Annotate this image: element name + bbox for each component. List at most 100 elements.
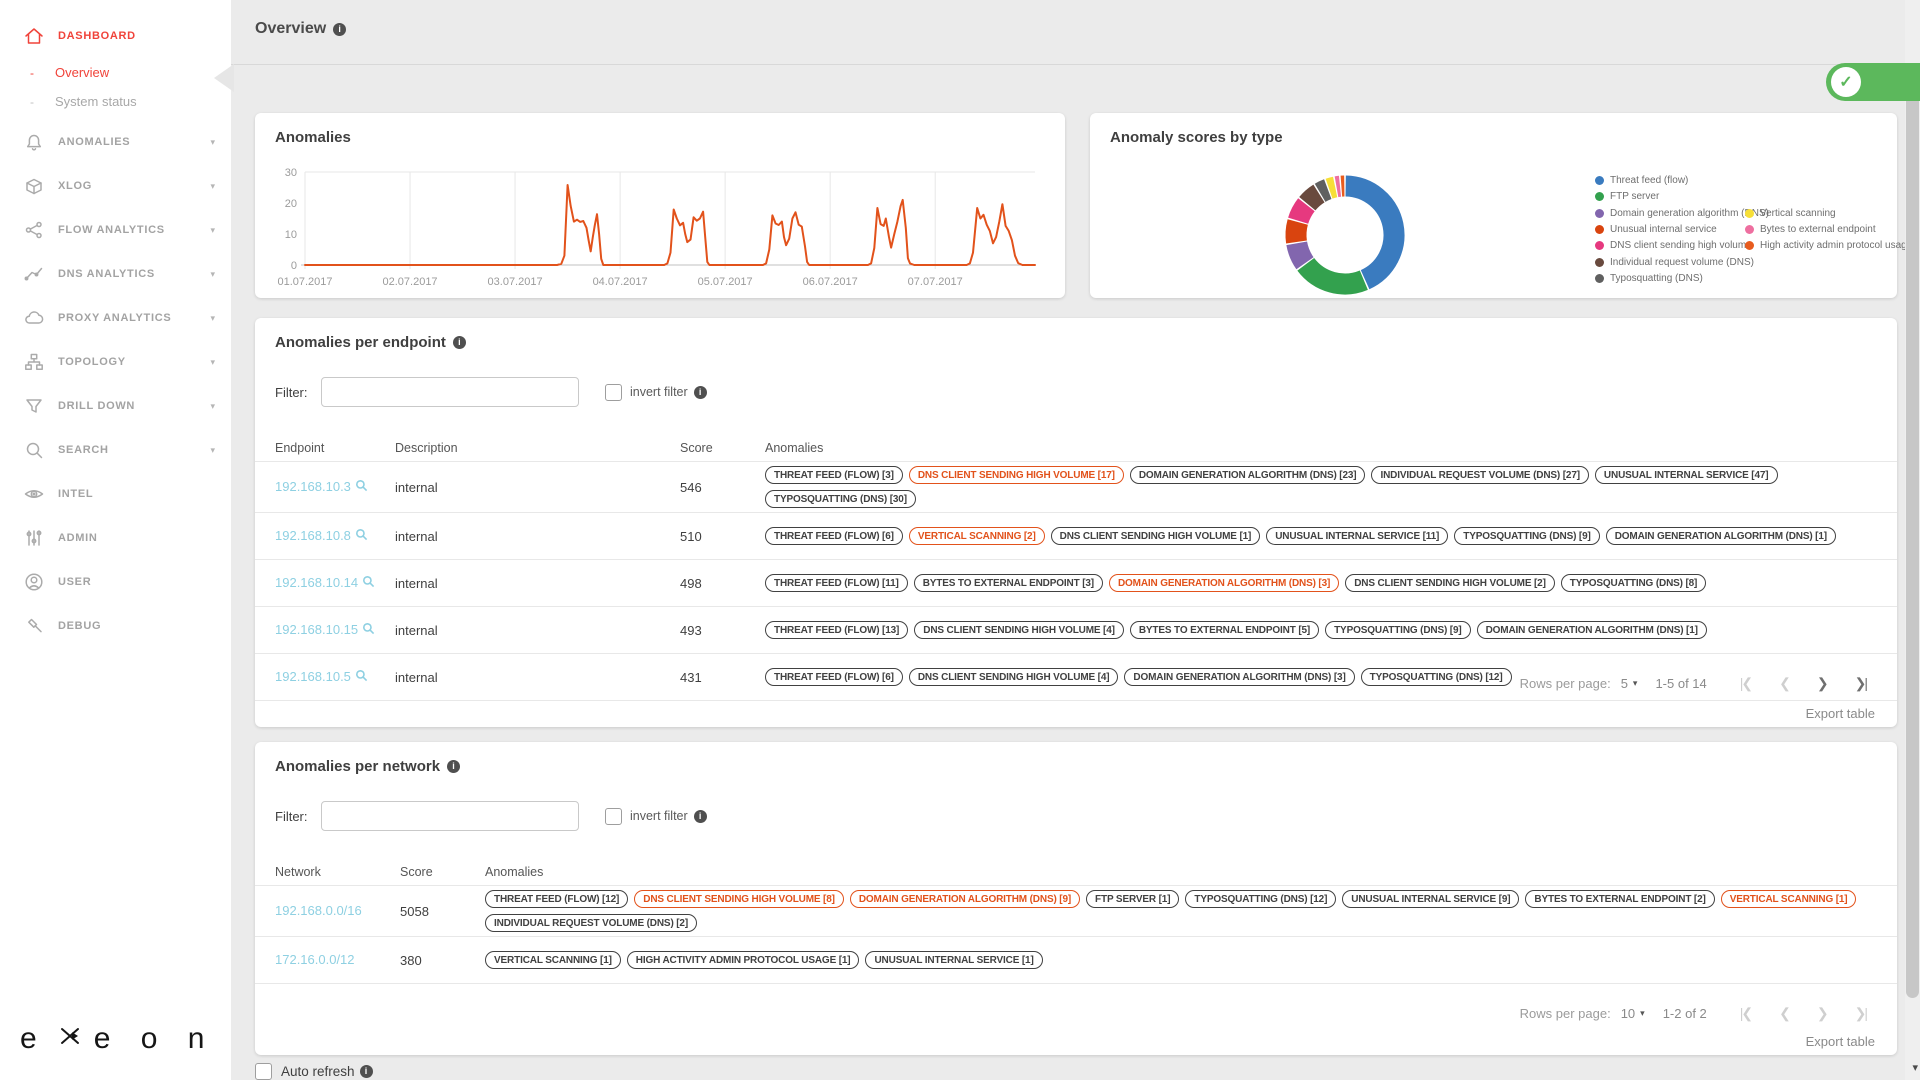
anomaly-badge[interactable]: DNS CLIENT SENDING HIGH VOLUME [8]	[634, 890, 844, 908]
legend-item: Bytes to external endpoint	[1745, 224, 1876, 235]
anomaly-badge[interactable]: UNUSUAL INTERNAL SERVICE [1]	[865, 951, 1043, 969]
network-link[interactable]: 172.16.0.0/12	[275, 952, 355, 967]
info-icon[interactable]: i	[452, 336, 466, 349]
anomaly-badge[interactable]: THREAT FEED (FLOW) [6]	[765, 668, 903, 686]
anomaly-badge[interactable]: DNS CLIENT SENDING HIGH VOLUME [2]	[1345, 574, 1555, 592]
description-cell: internal	[395, 575, 438, 591]
anomaly-badge[interactable]: UNUSUAL INTERNAL SERVICE [9]	[1342, 890, 1520, 908]
sidebar-item-proxy-analytics[interactable]: PROXY ANALYTICS ▾	[0, 296, 231, 340]
anomaly-badge[interactable]: BYTES TO EXTERNAL ENDPOINT [3]	[913, 574, 1103, 592]
anomaly-badge[interactable]: DOMAIN GENERATION ALGORITHM (DNS) [1]	[1605, 527, 1836, 545]
anomaly-badge[interactable]: VERTICAL SCANNING [1]	[1720, 890, 1857, 908]
sidebar-item-xlog[interactable]: XLOG ▾	[0, 164, 231, 208]
invert-filter-checkbox[interactable]	[605, 383, 622, 401]
legend-label: Typosquatting (DNS)	[1610, 272, 1703, 284]
endpoint-link[interactable]: 192.168.10.8	[275, 528, 368, 544]
anomaly-badge[interactable]: HIGH ACTIVITY ADMIN PROTOCOL USAGE [1]	[626, 951, 860, 969]
sidebar-subitem-overview[interactable]: - Overview	[0, 58, 231, 87]
anomaly-badge[interactable]: TYPOSQUATTING (DNS) [12]	[1360, 668, 1512, 686]
home-icon	[22, 24, 46, 48]
anomaly-badge[interactable]: DOMAIN GENERATION ALGORITHM (DNS) [1]	[1476, 621, 1707, 639]
endpoint-link[interactable]: 192.168.10.5	[275, 669, 368, 685]
info-icon[interactable]: i	[693, 385, 707, 399]
endpoint-link[interactable]: 192.168.10.15	[275, 622, 375, 638]
anomaly-badge[interactable]: DOMAIN GENERATION ALGORITHM (DNS) [9]	[849, 890, 1081, 908]
anomaly-badge[interactable]: INDIVIDUAL REQUEST VOLUME (DNS) [2]	[485, 914, 698, 932]
info-icon[interactable]: i	[359, 1065, 373, 1078]
anomaly-badge[interactable]: THREAT FEED (FLOW) [12]	[485, 890, 629, 908]
endpoint-link[interactable]: 192.168.10.14	[275, 575, 375, 591]
last-page-button[interactable]: ❯|	[1846, 1005, 1875, 1022]
network-link[interactable]: 192.168.0.0/16	[275, 903, 362, 918]
info-icon[interactable]: i	[333, 22, 347, 36]
network-filter-input[interactable]	[321, 801, 579, 831]
anomaly-badge[interactable]: BYTES TO EXTERNAL ENDPOINT [5]	[1129, 621, 1320, 639]
auto-refresh-checkbox[interactable]	[255, 1063, 272, 1080]
sidebar-item-dns-analytics[interactable]: DNS ANALYTICS ▾	[0, 252, 231, 296]
rows-per-page-select[interactable]: 5 ▾	[1621, 676, 1638, 691]
anomaly-badge[interactable]: TYPOSQUATTING (DNS) [9]	[1454, 527, 1600, 545]
first-page-button[interactable]: |❮	[1731, 675, 1760, 692]
score-cell: 380	[400, 952, 422, 968]
anomalies-per-network-card: Anomalies per network i Filter: invert f…	[255, 742, 1897, 1055]
anomaly-badge[interactable]: DOMAIN GENERATION ALGORITHM (DNS) [3]	[1108, 574, 1340, 592]
eye-icon	[22, 482, 46, 506]
sidebar-item-anomalies[interactable]: ANOMALIES ▾	[0, 120, 231, 164]
previous-page-button[interactable]: ❮	[1770, 675, 1798, 692]
anomaly-badge[interactable]: VERTICAL SCANNING [1]	[485, 951, 621, 969]
anomaly-badge[interactable]: INDIVIDUAL REQUEST VOLUME (DNS) [27]	[1371, 466, 1589, 484]
anomaly-badge[interactable]: TYPOSQUATTING (DNS) [12]	[1185, 890, 1337, 908]
svg-text:0: 0	[291, 260, 297, 272]
legend-color-dot	[1745, 224, 1754, 234]
last-page-button[interactable]: ❯|	[1846, 675, 1875, 692]
anomaly-badge[interactable]: BYTES TO EXTERNAL ENDPOINT [2]	[1525, 890, 1715, 908]
rows-per-page-select[interactable]: 10 ▾	[1621, 1006, 1645, 1021]
export-table-link[interactable]: Export table	[1806, 706, 1875, 721]
anomaly-badge[interactable]: THREAT FEED (FLOW) [6]	[765, 527, 903, 545]
sidebar-item-user[interactable]: USER	[0, 560, 231, 604]
anomaly-badge[interactable]: TYPOSQUATTING (DNS) [30]	[765, 490, 916, 508]
anomaly-badge[interactable]: THREAT FEED (FLOW) [3]	[765, 466, 903, 484]
system-status-pill[interactable]: ✓	[1826, 63, 1920, 101]
anomaly-badge[interactable]: UNUSUAL INTERNAL SERVICE [11]	[1266, 527, 1449, 545]
anomaly-badge[interactable]: THREAT FEED (FLOW) [13]	[765, 621, 909, 639]
previous-page-button[interactable]: ❮	[1770, 1005, 1798, 1022]
info-icon[interactable]: i	[693, 809, 707, 823]
scroll-down-icon[interactable]: ▾	[1912, 1061, 1918, 1074]
anomaly-badge[interactable]: VERTICAL SCANNING [2]	[908, 527, 1045, 545]
endpoint-link[interactable]: 192.168.10.3	[275, 479, 368, 495]
sidebar-item-dashboard[interactable]: DASHBOARD	[0, 14, 231, 58]
sidebar-item-flow-analytics[interactable]: FLOW ANALYTICS ▾	[0, 208, 231, 252]
anomaly-badge[interactable]: TYPOSQUATTING (DNS) [9]	[1325, 621, 1471, 639]
anomaly-badge[interactable]: DNS CLIENT SENDING HIGH VOLUME [17]	[908, 466, 1124, 484]
sidebar-subitem-system-status[interactable]: - System status	[0, 87, 231, 116]
endpoint-filter-input[interactable]	[321, 377, 579, 407]
anomaly-badge[interactable]: DNS CLIENT SENDING HIGH VOLUME [4]	[908, 668, 1119, 686]
anomaly-badge[interactable]: DOMAIN GENERATION ALGORITHM (DNS) [3]	[1124, 668, 1355, 686]
sidebar-item-search[interactable]: SEARCH ▾	[0, 428, 231, 472]
first-page-button[interactable]: |❮	[1731, 1005, 1760, 1022]
anomaly-badge[interactable]: THREAT FEED (FLOW) [11]	[765, 574, 908, 592]
next-page-button[interactable]: ❯	[1808, 1005, 1836, 1022]
sidebar-item-drill-down[interactable]: DRILL DOWN ▾	[0, 384, 231, 428]
anomaly-badge[interactable]: UNUSUAL INTERNAL SERVICE [47]	[1594, 466, 1778, 484]
scrollbar-thumb[interactable]	[1906, 68, 1919, 998]
invert-filter-checkbox[interactable]	[605, 807, 622, 825]
anomaly-badge[interactable]: DNS CLIENT SENDING HIGH VOLUME [4]	[914, 621, 1124, 639]
export-table-link[interactable]: Export table	[1806, 1034, 1875, 1049]
anomaly-badge[interactable]: FTP SERVER [1]	[1086, 890, 1180, 908]
sidebar-item-admin[interactable]: ADMIN	[0, 516, 231, 560]
legend-color-dot	[1595, 273, 1604, 283]
anomaly-badge[interactable]: TYPOSQUATTING (DNS) [8]	[1560, 574, 1707, 592]
sidebar-item-intel[interactable]: INTEL	[0, 472, 231, 516]
sidebar-item-debug[interactable]: DEBUG	[0, 604, 231, 648]
info-icon[interactable]: i	[447, 760, 461, 773]
next-page-button[interactable]: ❯	[1808, 675, 1836, 692]
svg-text:06.07.2017: 06.07.2017	[803, 276, 858, 288]
sidebar-item-topology[interactable]: TOPOLOGY ▾	[0, 340, 231, 384]
anomaly-badge[interactable]: DOMAIN GENERATION ALGORITHM (DNS) [23]	[1129, 466, 1366, 484]
dash-bullet: -	[30, 94, 34, 109]
scrollbar-track[interactable]: ▾	[1905, 0, 1920, 1080]
sidebar-item-label: ADMIN	[58, 532, 98, 544]
anomaly-badge[interactable]: DNS CLIENT SENDING HIGH VOLUME [1]	[1050, 527, 1261, 545]
